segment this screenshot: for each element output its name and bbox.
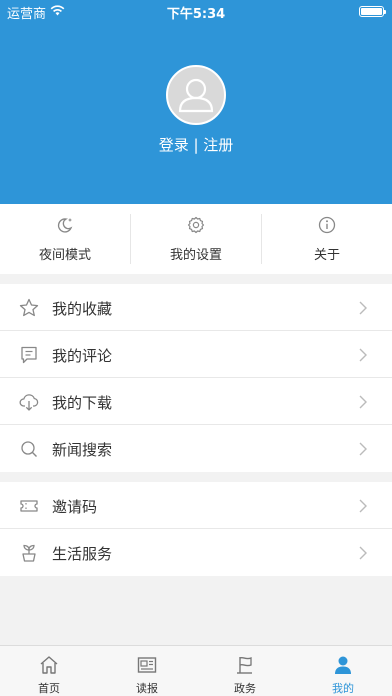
info-icon [318, 216, 336, 234]
news-search-label: 新闻搜索 [52, 441, 113, 459]
settings-label: 我的设置 [169, 248, 222, 263]
gear-icon [187, 216, 205, 234]
newspaper-icon [137, 657, 157, 673]
status-bar: 运营商 下午5:34 [0, 0, 392, 22]
battery-icon [359, 6, 386, 17]
tab-government[interactable]: 政务 [196, 646, 294, 696]
chevron-right-icon [359, 395, 367, 409]
chevron-right-icon [359, 546, 367, 560]
menu-group-personal: 我的收藏 我的评论 我的下载 新闻搜索 [0, 284, 392, 472]
invite-code-row[interactable]: 邀请码 [0, 482, 392, 529]
quick-actions-bar: 夜间模式 我的设置 关于 [0, 204, 392, 274]
comments-row[interactable]: 我的评论 [0, 331, 392, 378]
comment-icon [21, 346, 37, 364]
tab-home-label: 首页 [38, 682, 60, 695]
invite-code-label: 邀请码 [52, 498, 98, 516]
comments-label: 我的评论 [52, 347, 113, 365]
user-silhouette-icon [178, 78, 214, 113]
night-mode-button[interactable]: 夜间模式 [0, 204, 130, 274]
login-register-link[interactable]: 登录 | 注册 [0, 134, 392, 155]
flag-icon [237, 656, 252, 674]
tab-mine[interactable]: 我的 [294, 646, 392, 696]
tab-home[interactable]: 首页 [0, 646, 98, 696]
user-icon [335, 656, 351, 674]
search-icon [21, 441, 37, 457]
news-search-row[interactable]: 新闻搜索 [0, 425, 392, 472]
moon-icon [57, 218, 73, 233]
menu-group-services: 邀请码 生活服务 [0, 482, 392, 576]
chevron-right-icon [359, 499, 367, 513]
status-time: 下午5:34 [166, 7, 226, 22]
favorites-row[interactable]: 我的收藏 [0, 284, 392, 331]
chevron-right-icon [359, 301, 367, 315]
tab-mine-label: 我的 [332, 682, 354, 695]
cloud-download-icon [19, 394, 39, 411]
downloads-row[interactable]: 我的下载 [0, 378, 392, 425]
bottom-tab-bar: 首页 读报 政务 我的 [0, 645, 392, 696]
favorites-label: 我的收藏 [52, 300, 113, 318]
star-icon [19, 298, 39, 317]
chevron-right-icon [359, 348, 367, 362]
tab-newspaper[interactable]: 读报 [98, 646, 196, 696]
tab-government-label: 政务 [234, 682, 256, 695]
about-button[interactable]: 关于 [262, 204, 392, 274]
about-label: 关于 [313, 248, 340, 263]
profile-header: 运营商 下午5:34 登录 | 注册 [0, 0, 392, 204]
ticket-icon [20, 500, 38, 512]
avatar[interactable] [166, 65, 226, 125]
tab-newspaper-label: 读报 [136, 682, 158, 695]
life-services-label: 生活服务 [52, 545, 113, 563]
settings-button[interactable]: 我的设置 [131, 204, 261, 274]
chevron-right-icon [359, 442, 367, 456]
home-icon [40, 656, 58, 674]
plant-icon [22, 544, 36, 562]
night-mode-label: 夜间模式 [38, 248, 91, 263]
downloads-label: 我的下载 [52, 394, 113, 412]
life-services-row[interactable]: 生活服务 [0, 529, 392, 576]
